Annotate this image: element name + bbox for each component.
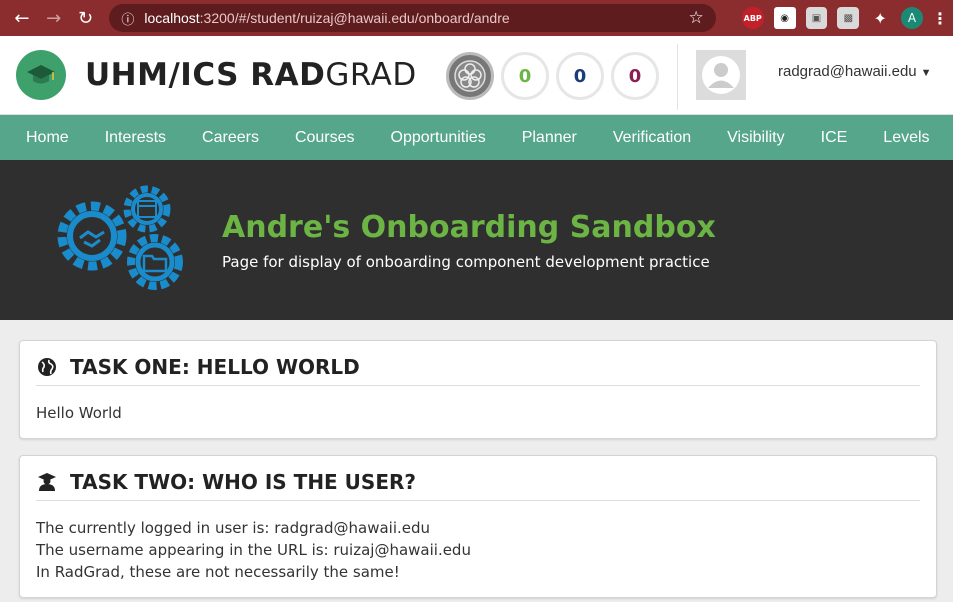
- nav-item-verification[interactable]: Verification: [595, 129, 709, 147]
- browser-menu-icon[interactable]: ⋮: [932, 7, 948, 29]
- user-avatar[interactable]: [696, 50, 746, 100]
- url-username-text: The username appearing in the URL is: ru…: [36, 541, 471, 559]
- graduate-user-icon: [36, 471, 58, 493]
- extension-icon[interactable]: ▣: [805, 7, 828, 29]
- page-banner: Andre's Onboarding Sandbox Page for disp…: [0, 160, 953, 320]
- header-divider: [677, 44, 678, 110]
- ice-points: 0 0 0: [446, 52, 659, 100]
- back-icon[interactable]: ←: [6, 2, 38, 34]
- nav-item-ice[interactable]: ICE: [803, 129, 866, 147]
- nav-item-planner[interactable]: Planner: [504, 129, 595, 147]
- extension-icon[interactable]: ◉: [773, 7, 796, 29]
- address-bar[interactable]: ⓘ localhost:3200/#/student/ruizaj@hawaii…: [109, 4, 716, 32]
- forward-icon[interactable]: →: [38, 2, 70, 34]
- task-one-header: TASK ONE: HELLO WORLD: [36, 355, 920, 386]
- reload-icon[interactable]: ↻: [70, 2, 102, 34]
- task-two-segment: TASK TWO: WHO IS THE USER? The currently…: [19, 455, 937, 598]
- task-two-header: TASK TWO: WHO IS THE USER?: [36, 470, 920, 501]
- url-path: :3200/#/student/ruizaj@hawaii.edu/onboar…: [199, 10, 510, 26]
- extensions-puzzle-icon[interactable]: ✦: [869, 7, 891, 29]
- user-placeholder-icon: [702, 56, 740, 94]
- ice-competency-score[interactable]: 0: [556, 52, 604, 100]
- info-icon[interactable]: ⓘ: [121, 9, 134, 28]
- graduation-cap-icon: [27, 65, 55, 84]
- gears-icon: [57, 185, 183, 290]
- bookmark-star-icon[interactable]: ☆: [689, 8, 704, 28]
- level-badge-icon[interactable]: [446, 52, 494, 100]
- task-one-segment: TASK ONE: HELLO WORLD Hello World: [19, 340, 937, 439]
- task-two-body: The currently logged in user is: radgrad…: [36, 517, 920, 583]
- ice-innovation-score[interactable]: 0: [501, 52, 549, 100]
- ice-experience-score[interactable]: 0: [611, 52, 659, 100]
- page-title: Andre's Onboarding Sandbox: [222, 210, 716, 245]
- nav-item-home[interactable]: Home: [0, 129, 87, 147]
- brand-title[interactable]: UHM/ICS RADGRAD: [85, 57, 417, 93]
- logged-in-user-text: The currently logged in user is: radgrad…: [36, 519, 431, 537]
- caret-down-icon: ▼: [920, 67, 932, 79]
- nav-item-interests[interactable]: Interests: [87, 129, 184, 147]
- adblock-extension-icon[interactable]: ABP: [741, 7, 764, 29]
- nav-item-levels[interactable]: Levels: [865, 129, 947, 147]
- task-one-body: Hello World: [36, 404, 122, 422]
- nav-item-visibility[interactable]: Visibility: [709, 129, 803, 147]
- nav-item-careers[interactable]: Careers: [184, 129, 277, 147]
- app-header: UHM/ICS RADGRAD 0 0 0 radgrad@hawaii.edu…: [0, 36, 953, 115]
- url-host: localhost: [144, 10, 200, 26]
- main-nav: Home Interests Careers Courses Opportuni…: [0, 115, 953, 160]
- globe-icon: [36, 356, 58, 378]
- note-text: In RadGrad, these are not necessarily th…: [36, 563, 400, 581]
- nav-item-courses[interactable]: Courses: [277, 129, 373, 147]
- extension-icon[interactable]: ▩: [837, 7, 860, 29]
- task-one-title: TASK ONE: HELLO WORLD: [70, 355, 360, 379]
- nav-item-opportunities[interactable]: Opportunities: [373, 129, 504, 147]
- browser-toolbar: ← → ↻ ⓘ localhost:3200/#/student/ruizaj@…: [0, 0, 953, 36]
- user-dropdown[interactable]: radgrad@hawaii.edu ▼: [778, 63, 932, 80]
- profile-avatar[interactable]: A: [901, 7, 923, 29]
- radgrad-logo[interactable]: [16, 50, 66, 100]
- page-subtitle: Page for display of onboarding component…: [222, 253, 710, 271]
- task-two-title: TASK TWO: WHO IS THE USER?: [70, 470, 416, 494]
